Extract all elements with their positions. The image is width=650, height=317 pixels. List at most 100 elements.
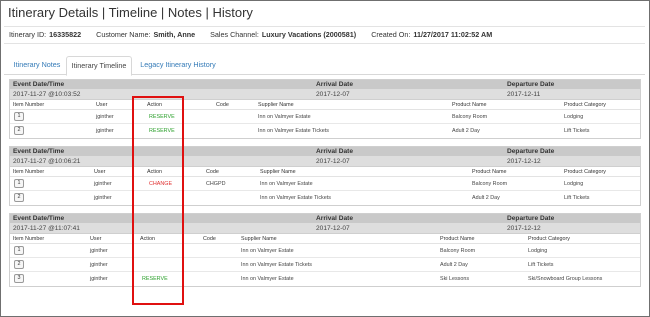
table-row: 1 jginther CHANGE CHGPD Inn on Valmyer Estat…: [10, 177, 640, 191]
item-number-button[interactable]: 2: [14, 193, 24, 202]
timeline-event-block: Event Date/Time Arrival Date Departure Dat…: [9, 146, 641, 206]
table-row: 3 jginther RESERVE Inn on Valmyer Estate Ski…: [10, 272, 640, 286]
row-action: RESERVE: [149, 114, 175, 120]
row-category: Lodging: [564, 181, 584, 187]
created-on-label: Created On:: [371, 30, 411, 39]
col-header-supplier: Supplier Name: [260, 169, 296, 175]
row-supplier: Inn on Valmyer Estate Tickets: [260, 195, 331, 201]
departure-date: 2017-12-11: [507, 91, 541, 98]
sales-channel-value: Luxury Vacations (2000581): [261, 30, 357, 39]
row-supplier: Inn on Valmyer Estate: [258, 114, 311, 120]
sales-channel-label: Sales Channel:: [210, 30, 259, 39]
table-row: 2 jginther RESERVE Inn on Valmyer Estate Ti…: [10, 124, 640, 138]
table-row: 2 jginther Inn on Valmyer Estate Tickets Ad…: [10, 191, 640, 205]
row-user: jginther: [90, 248, 108, 254]
row-code: CHGPD: [206, 181, 226, 187]
col-header-category: Product Category: [564, 102, 606, 108]
created-on-value: 11/27/2017 11:02:52 AM: [413, 30, 493, 39]
event-header-row: Event Date/Time Arrival Date Departure Dat…: [10, 147, 640, 156]
departure-date: 2017-12-12: [507, 225, 541, 232]
event-dates-row: 2017-11-27 @10:06:21 2017-12-07 2017-12-12: [10, 156, 640, 167]
event-header-row: Event Date/Time Arrival Date Departure Dat…: [10, 214, 640, 223]
row-user: jginther: [94, 195, 112, 201]
row-category: Lift Tickets: [564, 195, 590, 201]
row-action: CHANGE: [149, 181, 173, 187]
table-row: 2 jginther Inn on Valmyer Estate Tickets Ad…: [10, 258, 640, 272]
departure-date-header: Departure Date: [507, 148, 555, 155]
row-category: Lift Tickets: [564, 128, 590, 134]
col-header-user: User: [94, 169, 106, 175]
row-supplier: Inn on Valmyer Estate Tickets: [258, 128, 329, 134]
col-header-action: Action: [147, 102, 162, 108]
row-user: jginther: [96, 128, 114, 134]
tab-legacy-itinerary-history[interactable]: Legacy Itinerary History: [137, 56, 219, 75]
arrival-date-header: Arrival Date: [316, 81, 354, 88]
departure-date-header: Departure Date: [507, 215, 555, 222]
table-row: 1 jginther RESERVE Inn on Valmyer Estate Bal…: [10, 110, 640, 124]
item-number-button[interactable]: 2: [14, 126, 24, 135]
row-product: Ski Lessons: [440, 276, 470, 282]
row-action: RESERVE: [142, 276, 168, 282]
arrival-date: 2017-12-07: [316, 158, 350, 165]
item-number-button[interactable]: 1: [14, 112, 24, 121]
table-row: 1 jginther Inn on Valmyer Estate Balcony Ro…: [10, 244, 640, 258]
col-header-category: Product Category: [564, 169, 606, 175]
item-column-headers: Item Number User Action Code Supplier Name Pr…: [10, 234, 640, 244]
col-header-code: Code: [206, 169, 219, 175]
row-product: Balcony Room: [472, 181, 508, 187]
row-supplier: Inn on Valmyer Estate: [241, 248, 294, 254]
event-datetime: 2017-11-27 @10:03:52: [13, 91, 81, 98]
itinerary-id-label: Itinerary ID:: [9, 30, 47, 39]
tab-itinerary-timeline[interactable]: Itinerary Timeline: [66, 56, 132, 76]
row-user: jginther: [96, 114, 114, 120]
row-product: Adult 2 Day: [440, 262, 468, 268]
item-number-button[interactable]: 1: [14, 246, 24, 255]
row-supplier: Inn on Valmyer Estate Tickets: [241, 262, 312, 268]
row-user: jginther: [90, 262, 108, 268]
departure-date-header: Departure Date: [507, 81, 555, 88]
col-header-code: Code: [216, 102, 229, 108]
item-number-button[interactable]: 3: [14, 274, 24, 283]
event-datetime-header: Event Date/Time: [13, 215, 65, 222]
row-action: RESERVE: [149, 128, 175, 134]
row-category: Lodging: [528, 248, 548, 254]
col-header-product: Product Name: [472, 169, 507, 175]
timeline-event-block: Event Date/Time Arrival Date Departure Dat…: [9, 79, 641, 139]
col-header-user: User: [96, 102, 108, 108]
event-dates-row: 2017-11-27 @10:03:52 2017-12-07 2017-12-11: [10, 89, 640, 100]
col-header-action: Action: [140, 236, 155, 242]
arrival-date: 2017-12-07: [316, 91, 350, 98]
row-user: jginther: [94, 181, 112, 187]
arrival-date: 2017-12-07: [316, 225, 350, 232]
event-datetime: 2017-11-27 @10:06:21: [13, 158, 81, 165]
item-number-button[interactable]: 2: [14, 260, 24, 269]
row-supplier: Inn on Valmyer Estate: [260, 181, 313, 187]
item-column-headers: Item Number User Action Code Supplier Name Pr…: [10, 167, 640, 177]
arrival-date-header: Arrival Date: [316, 148, 354, 155]
itinerary-id-value: 16335822: [49, 30, 82, 39]
row-user: jginther: [90, 276, 108, 282]
customer-name-value: Smith, Anne: [153, 30, 196, 39]
row-category: Ski/Snowboard Group Lessons: [528, 276, 603, 282]
row-product: Balcony Room: [452, 114, 488, 120]
timeline-event-block: Event Date/Time Arrival Date Departure Dat…: [9, 213, 641, 287]
col-header-item-number: Item Number: [13, 236, 45, 242]
col-header-user: User: [90, 236, 102, 242]
event-datetime: 2017-11-27 @11:07:41: [13, 225, 80, 232]
col-header-supplier: Supplier Name: [258, 102, 294, 108]
event-header-row: Event Date/Time Arrival Date Departure Dat…: [10, 80, 640, 89]
item-number-button[interactable]: 1: [14, 179, 24, 188]
row-product: Adult 2 Day: [452, 128, 480, 134]
window-frame: Itinerary Details | Timeline | Notes | H…: [0, 0, 650, 317]
event-dates-row: 2017-11-27 @11:07:41 2017-12-07 2017-12-12: [10, 223, 640, 234]
tab-itinerary-notes[interactable]: Itinerary Notes: [7, 56, 67, 75]
customer-name-label: Customer Name:: [96, 30, 151, 39]
page-title: Itinerary Details | Timeline | Notes | H…: [8, 5, 253, 20]
col-header-item-number: Item Number: [13, 169, 45, 175]
event-datetime-header: Event Date/Time: [13, 81, 65, 88]
col-header-product: Product Name: [452, 102, 487, 108]
row-category: Lodging: [564, 114, 584, 120]
col-header-product: Product Name: [440, 236, 475, 242]
col-header-action: Action: [147, 169, 162, 175]
col-header-supplier: Supplier Name: [241, 236, 277, 242]
